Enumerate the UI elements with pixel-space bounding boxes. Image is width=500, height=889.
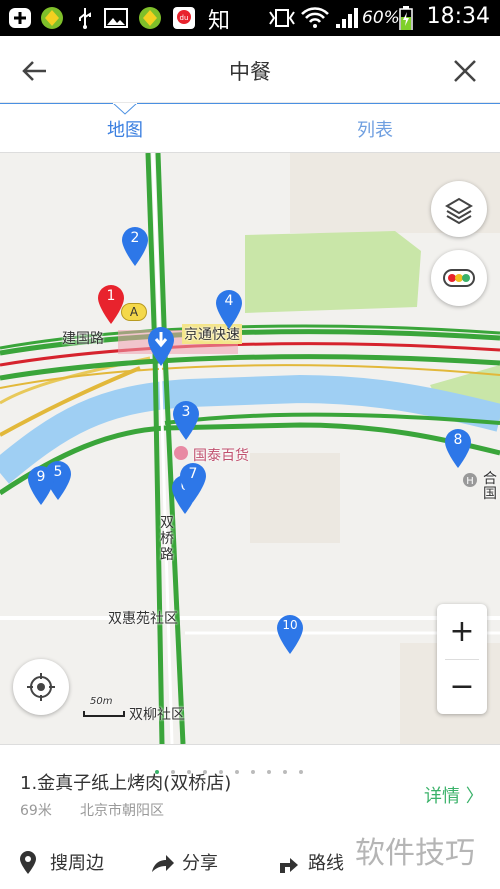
layers-icon <box>445 197 473 225</box>
watermark: 软件技巧 <box>355 836 475 871</box>
scale-label: 50m <box>90 696 113 707</box>
place-name: 1.金真子纸上烤肉(双桥店) <box>20 773 232 794</box>
page-dot <box>267 770 271 774</box>
page-indicator <box>155 759 315 774</box>
zoom-out-button[interactable]: − <box>437 659 487 714</box>
area-label-shuangliu: 双柳社区 <box>129 707 185 723</box>
zoom-control: + − <box>437 604 487 714</box>
traffic-light-icon <box>443 269 475 287</box>
clock: 18:34 <box>426 4 490 29</box>
layers-button[interactable] <box>431 181 487 237</box>
poi-label-edge: 国 <box>483 486 497 502</box>
add-icon <box>9 8 31 28</box>
page-dot <box>235 770 239 774</box>
area-label-shuanghuiyuan: 双惠苑社区 <box>108 611 178 627</box>
battery-icon <box>399 6 413 30</box>
map-pin-7[interactable]: 7 <box>178 461 208 503</box>
page-title: 中餐 <box>229 60 271 84</box>
page-dot <box>299 770 303 774</box>
page-dot <box>251 770 255 774</box>
close-icon[interactable] <box>448 54 482 88</box>
tab-list[interactable]: 列表 <box>250 116 500 142</box>
place-distance: 69米 <box>20 803 52 819</box>
map-pin-2[interactable]: 2 <box>120 225 150 267</box>
map-pin-10[interactable]: 10 <box>275 613 305 655</box>
road-label-shuangqiao: 双 桥 路 <box>160 515 174 563</box>
tab-map[interactable]: 地图 <box>0 116 250 142</box>
vibrate-icon <box>269 9 295 27</box>
battery-percent: 60% <box>362 8 400 28</box>
gallery-icon <box>104 8 128 28</box>
page-dot <box>283 770 287 774</box>
current-location-marker-icon <box>148 327 174 366</box>
title-bar: 中餐 <box>0 36 500 103</box>
map-canvas: H <box>0 153 500 744</box>
place-address: 北京市朝阳区 <box>80 803 164 819</box>
map-view[interactable]: H 建国路 京通快速 国泰百货 双 桥 路 双惠苑社区 双柳社区 合 国 50m… <box>0 153 500 744</box>
wifi-icon <box>301 7 329 28</box>
zhihu-app-icon: 知 <box>208 9 231 34</box>
usb-icon <box>79 8 91 29</box>
svg-text:H: H <box>466 476 474 487</box>
game-app-icon-2 <box>139 7 161 29</box>
map-pin-8[interactable]: 8 <box>443 427 473 469</box>
status-bar: du 知 60% 18:34 <box>0 0 500 36</box>
route-icon <box>280 858 298 873</box>
map-pin-3[interactable]: 3 <box>171 399 201 441</box>
share-arrow-icon <box>152 855 174 872</box>
baidu-map-app-icon: du <box>173 7 195 29</box>
svg-text:du: du <box>180 14 189 22</box>
locate-button[interactable] <box>13 659 69 715</box>
road-label-jianguo: 建国路 <box>62 331 104 347</box>
traffic-button[interactable] <box>431 250 487 306</box>
signal-icon <box>336 8 358 28</box>
map-pin-9[interactable]: 9 <box>26 464 56 506</box>
park-area <box>245 231 421 313</box>
location-pin-icon <box>20 851 36 874</box>
tab-indicator <box>113 103 137 115</box>
view-tabs: 地图 列表 <box>0 103 500 153</box>
details-link[interactable]: 详情 〉 <box>424 782 484 808</box>
locate-icon <box>27 673 55 701</box>
map-pin-4[interactable]: 4 <box>214 288 244 330</box>
game-app-icon <box>41 7 63 29</box>
map-pin-1[interactable]: 1 <box>96 283 126 325</box>
zoom-in-button[interactable]: + <box>437 604 487 659</box>
